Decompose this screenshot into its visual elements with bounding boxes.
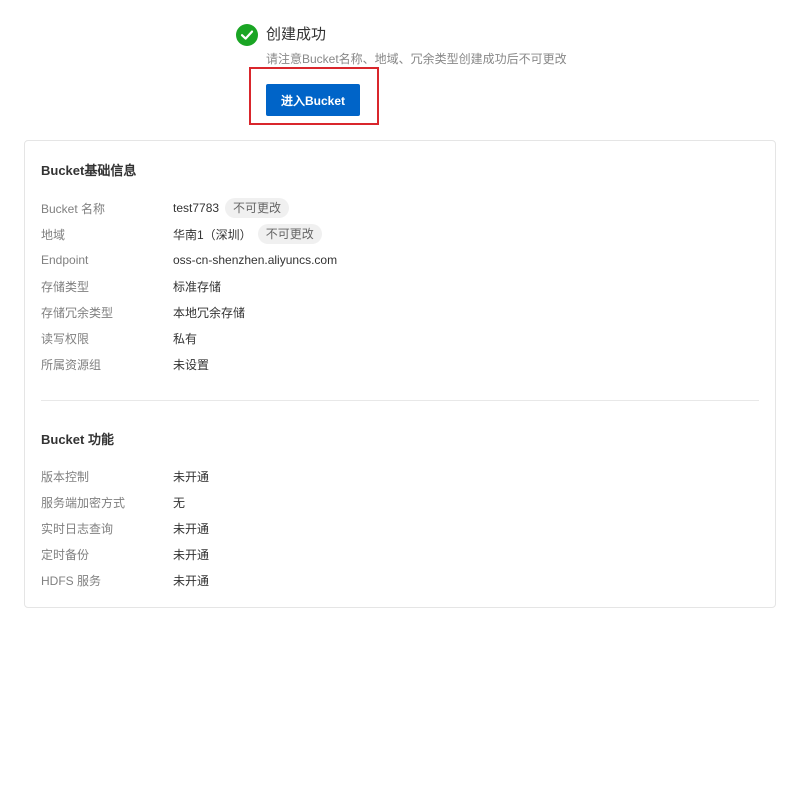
info-row-acl: 读写权限 私有 bbox=[41, 325, 761, 351]
feature-row-encryption: 服务端加密方式 无 bbox=[41, 489, 761, 515]
enter-bucket-button[interactable]: 进入Bucket bbox=[266, 84, 360, 116]
success-subtitle: 请注意Bucket名称、地域、冗余类型创建成功后不可更改 bbox=[266, 52, 567, 66]
info-row-redundancy: 存储冗余类型 本地冗余存储 bbox=[41, 299, 761, 325]
basic-info-title: Bucket基础信息 bbox=[41, 163, 137, 178]
bucket-info-card: Bucket基础信息 Bucket 名称 test7783 不可更改 地域 华南… bbox=[24, 140, 776, 608]
info-label: 所属资源组 bbox=[41, 357, 102, 372]
info-row-endpoint: Endpoint oss-cn-shenzhen.aliyuncs.com bbox=[41, 247, 761, 273]
feature-label: 定时备份 bbox=[41, 547, 90, 562]
info-label: Endpoint bbox=[41, 253, 89, 267]
feature-label: 服务端加密方式 bbox=[41, 495, 126, 510]
storage-class-value: 标准存储 bbox=[173, 279, 222, 294]
feature-row-scheduled-backup: 定时备份 未开通 bbox=[41, 541, 761, 567]
info-value: 华南1（深圳） 不可更改 bbox=[173, 224, 322, 244]
info-row-bucket-name: Bucket 名称 test7783 不可更改 bbox=[41, 195, 761, 221]
feature-label: 实时日志查询 bbox=[41, 521, 114, 536]
endpoint-value: oss-cn-shenzhen.aliyuncs.com bbox=[173, 253, 338, 267]
info-row-resource-group: 所属资源组 未设置 bbox=[41, 351, 761, 377]
section-divider bbox=[41, 400, 759, 401]
info-label: 存储冗余类型 bbox=[41, 305, 114, 320]
page: 创建成功 请注意Bucket名称、地域、冗余类型创建成功后不可更改 进入Buck… bbox=[0, 0, 800, 806]
immutable-tag: 不可更改 bbox=[225, 198, 290, 218]
region-value: 华南1（深圳） bbox=[173, 227, 252, 242]
info-label: 存储类型 bbox=[41, 279, 90, 294]
bucket-name-value: test7783 bbox=[173, 201, 220, 215]
feature-label: 版本控制 bbox=[41, 469, 90, 484]
feature-label: HDFS 服务 bbox=[41, 573, 102, 588]
info-label: Bucket 名称 bbox=[41, 201, 106, 216]
immutable-tag: 不可更改 bbox=[257, 224, 322, 244]
feature-value: 无 bbox=[173, 495, 186, 510]
acl-value: 私有 bbox=[173, 331, 198, 346]
feature-row-versioning: 版本控制 未开通 bbox=[41, 463, 761, 489]
features-list: 版本控制 未开通 服务端加密方式 无 实时日志查询 未开通 定时备份 未开通 H… bbox=[41, 463, 761, 593]
feature-value: 未开通 bbox=[173, 521, 210, 536]
success-header: 创建成功 请注意Bucket名称、地域、冗余类型创建成功后不可更改 bbox=[236, 24, 567, 67]
redundancy-value: 本地冗余存储 bbox=[173, 305, 246, 320]
info-row-storage-class: 存储类型 标准存储 bbox=[41, 273, 761, 299]
feature-row-hdfs: HDFS 服务 未开通 bbox=[41, 567, 761, 593]
info-label: 地域 bbox=[41, 227, 66, 242]
basic-info-list: Bucket 名称 test7783 不可更改 地域 华南1（深圳） 不可更改 … bbox=[41, 195, 761, 377]
check-circle-icon bbox=[236, 24, 258, 46]
info-label: 读写权限 bbox=[41, 331, 90, 346]
feature-value: 未开通 bbox=[173, 547, 210, 562]
resource-group-value: 未设置 bbox=[173, 357, 210, 372]
feature-row-realtime-log: 实时日志查询 未开通 bbox=[41, 515, 761, 541]
feature-value: 未开通 bbox=[173, 573, 210, 588]
feature-value: 未开通 bbox=[173, 469, 210, 484]
info-value: test7783 不可更改 bbox=[173, 198, 290, 218]
enter-bucket-highlight: 进入Bucket bbox=[249, 67, 379, 125]
success-texts: 创建成功 请注意Bucket名称、地域、冗余类型创建成功后不可更改 bbox=[266, 24, 567, 67]
features-title: Bucket 功能 bbox=[41, 432, 114, 447]
info-row-region: 地域 华南1（深圳） 不可更改 bbox=[41, 221, 761, 247]
success-title: 创建成功 bbox=[266, 26, 327, 43]
